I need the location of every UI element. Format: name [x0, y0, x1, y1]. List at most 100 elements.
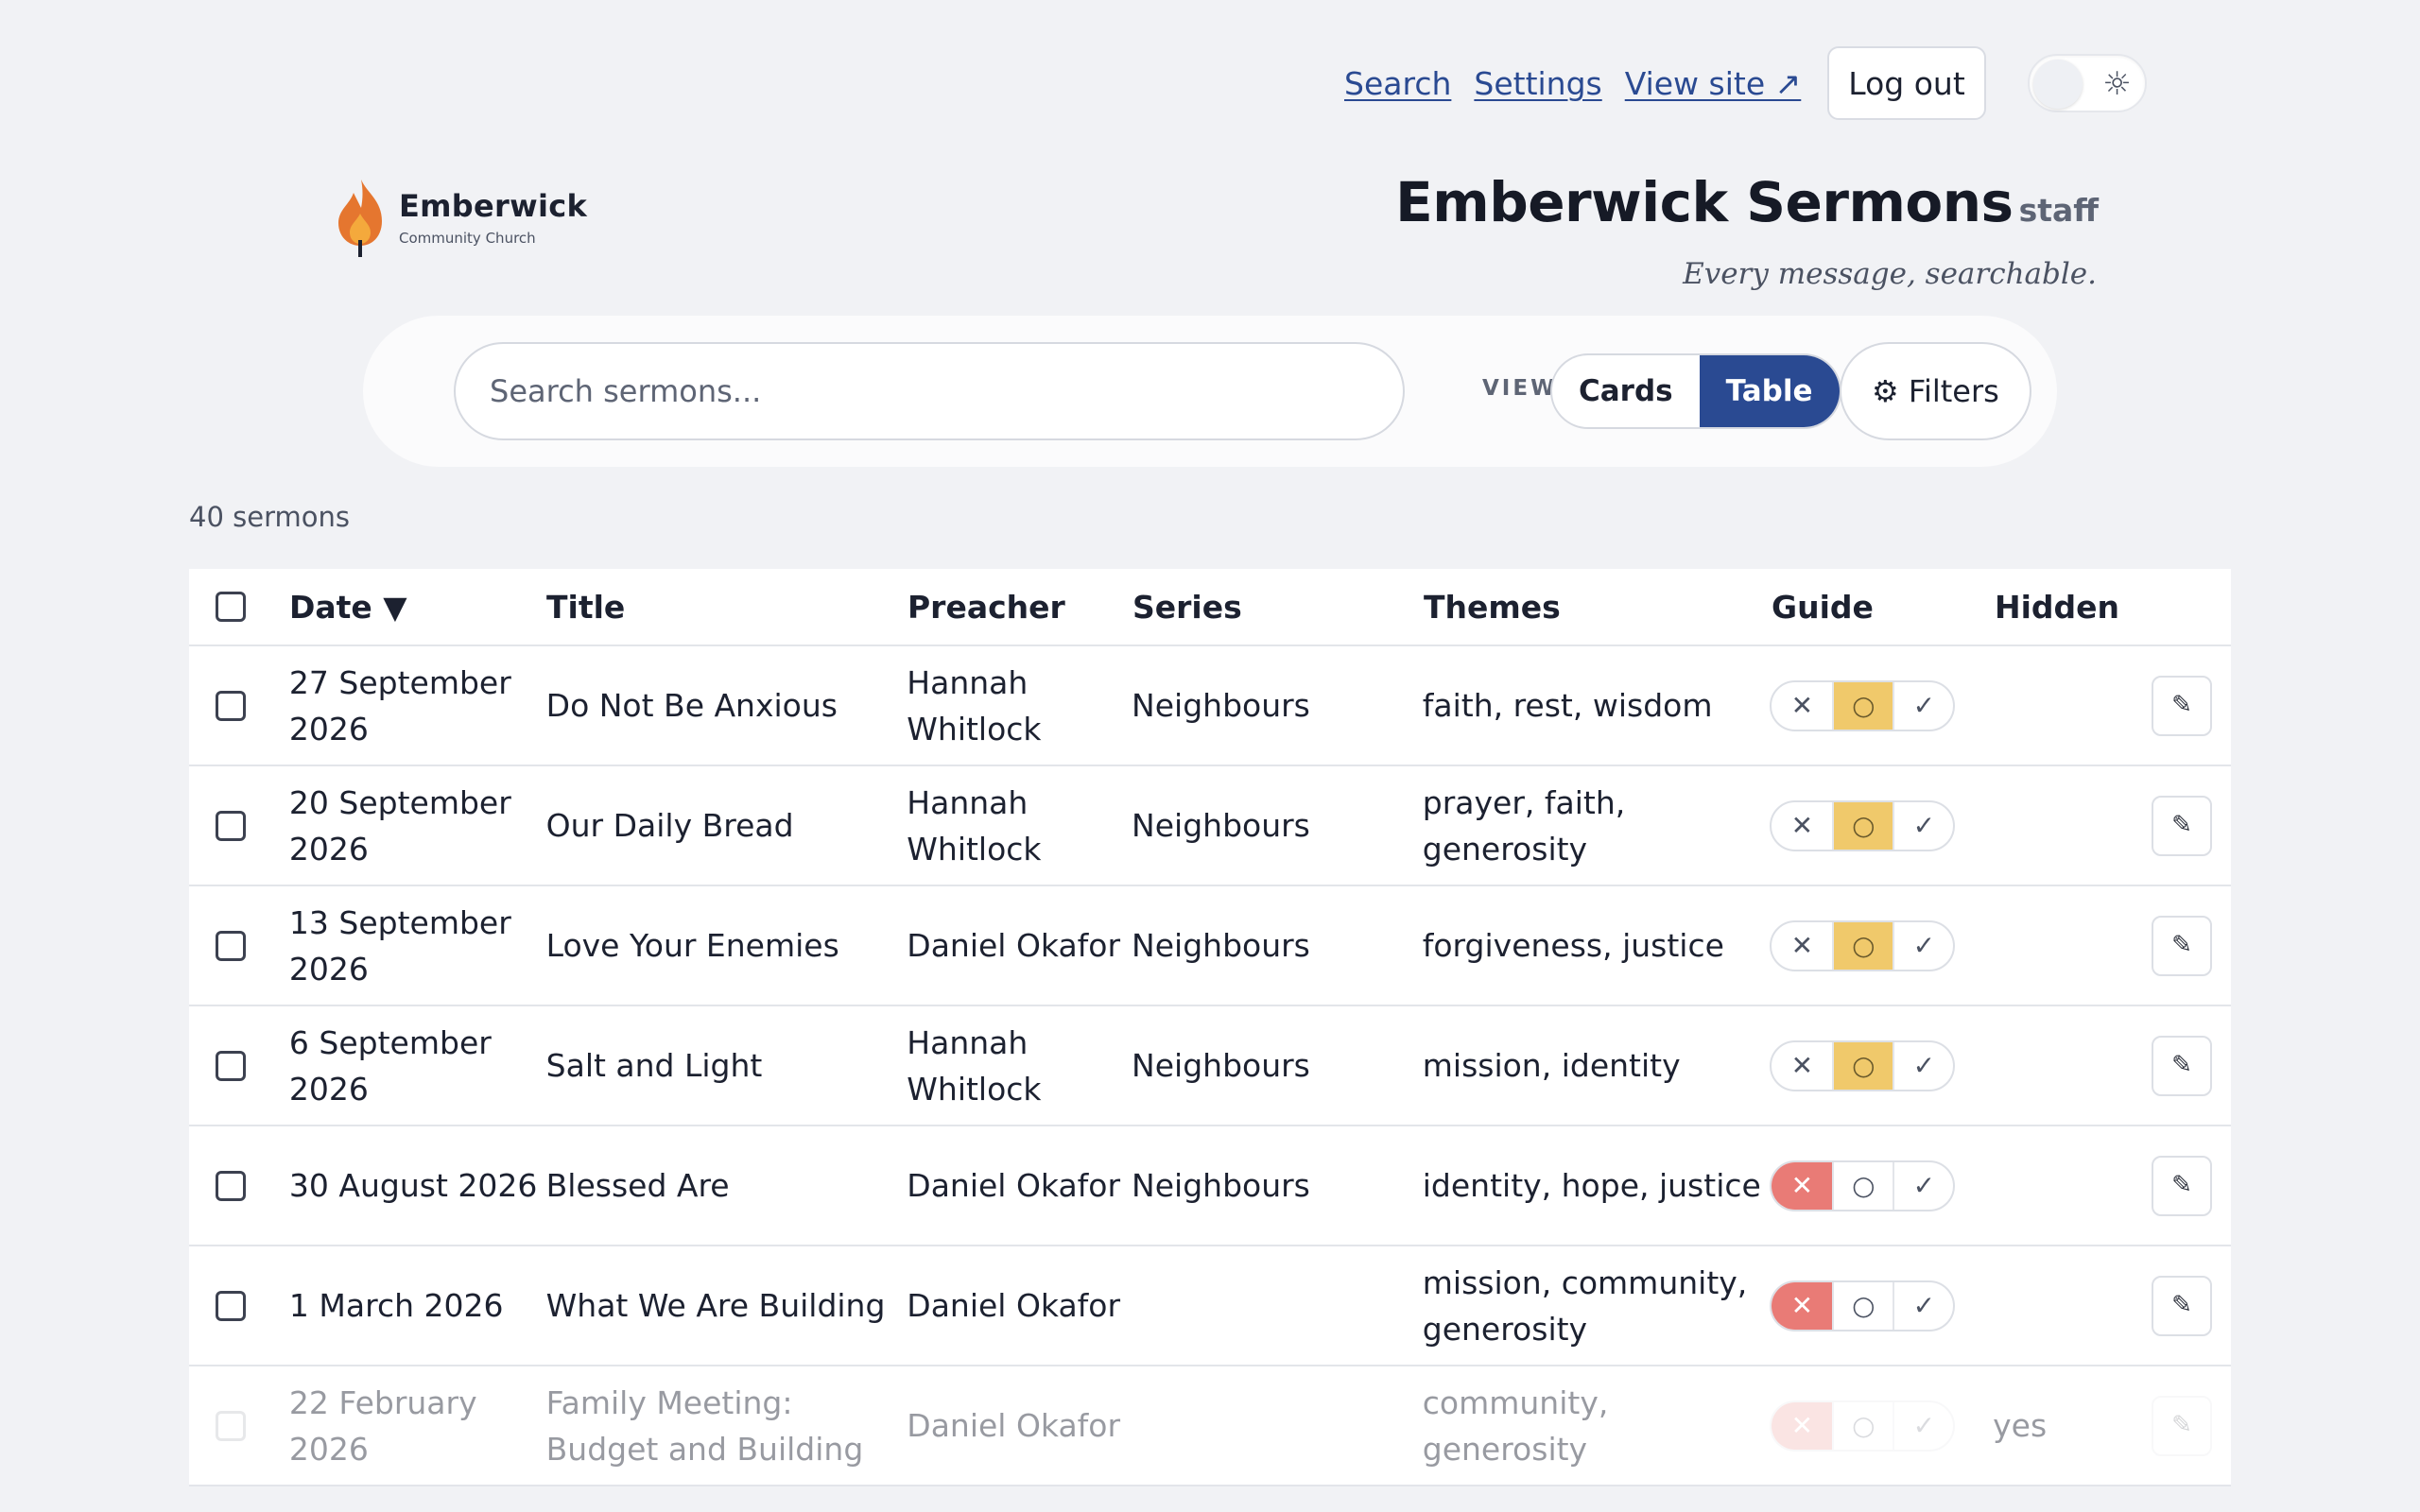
row-title: Love Your Enemies: [545, 927, 839, 964]
nav-view-site-link[interactable]: View site ↗: [1625, 65, 1802, 102]
pencil-icon: ✎: [2171, 1171, 2192, 1199]
row-themes: faith, rest, wisdom: [1422, 687, 1713, 724]
guide-no-option[interactable]: ✕: [1772, 1161, 1833, 1210]
guide-no-option[interactable]: ✕: [1772, 682, 1832, 730]
edit-button[interactable]: ✎: [2152, 795, 2212, 856]
guide-yes-option[interactable]: ✓: [1893, 681, 1953, 730]
row-preacher: Daniel Okafor: [907, 1407, 1121, 1444]
row-series: Neighbours: [1132, 1047, 1310, 1084]
table-header-row: Date ▼ Title Preacher Series Themes Guid…: [189, 569, 2231, 646]
guide-status-toggle: ✕ ○ ✓: [1770, 1040, 1956, 1091]
guide-pending-option[interactable]: ○: [1832, 1041, 1893, 1090]
pencil-icon: ✎: [2171, 691, 2192, 719]
guide-pending-option[interactable]: ○: [1832, 681, 1893, 730]
pencil-icon: ✎: [2171, 1051, 2192, 1079]
row-checkbox[interactable]: [216, 810, 246, 841]
guide-no-option[interactable]: ✕: [1772, 802, 1832, 850]
row-checkbox[interactable]: [216, 930, 246, 961]
nav-search-link[interactable]: Search: [1344, 65, 1451, 102]
guide-yes-option[interactable]: ✓: [1893, 1401, 1953, 1450]
column-guide[interactable]: Guide: [1772, 584, 1995, 630]
pencil-icon: ✎: [2171, 1411, 2192, 1439]
edit-button[interactable]: ✎: [2152, 1035, 2212, 1096]
guide-status-toggle: ✕ ○ ✓: [1770, 1160, 1956, 1211]
table-row: 1 March 2026 What We Are Building Daniel O…: [189, 1246, 2231, 1366]
table-row: 6 September 2026 Salt and Light Hannah Whi…: [189, 1006, 2231, 1126]
guide-pending-option[interactable]: ○: [1832, 801, 1893, 850]
table-row: 22 February 2026 Family Meeting: Budget a…: [189, 1366, 2231, 1486]
row-checkbox[interactable]: [216, 1410, 246, 1441]
site-title: Emberwick Sermons: [1395, 170, 2014, 234]
guide-pending-option[interactable]: ○: [1832, 1161, 1893, 1210]
row-preacher: Daniel Okafor: [907, 1287, 1121, 1324]
column-title[interactable]: Title: [546, 584, 908, 630]
row-checkbox[interactable]: [216, 1170, 246, 1201]
row-hidden: yes: [1993, 1407, 2048, 1444]
toggle-knob: [2032, 60, 2083, 109]
table-row: 30 August 2026 Blessed Are Daniel Okafor Ne…: [189, 1126, 2231, 1246]
edit-button[interactable]: ✎: [2152, 1395, 2212, 1456]
edit-button[interactable]: ✎: [2152, 1155, 2212, 1216]
guide-status-toggle: ✕ ○ ✓: [1770, 1280, 1956, 1332]
column-series[interactable]: Series: [1132, 584, 1424, 630]
row-preacher: Daniel Okafor: [907, 1167, 1121, 1204]
guide-no-option[interactable]: ✕: [1772, 922, 1832, 970]
guide-no-option[interactable]: ✕: [1772, 1401, 1833, 1450]
nav-settings-link[interactable]: Settings: [1474, 65, 1601, 102]
row-preacher: Daniel Okafor: [907, 927, 1121, 964]
guide-yes-option[interactable]: ✓: [1893, 1281, 1953, 1330]
row-date: 22 February 2026: [288, 1383, 477, 1468]
row-date: 13 September 2026: [288, 903, 511, 988]
row-themes: forgiveness, justice: [1422, 927, 1724, 964]
row-preacher: Hannah Whitlock: [907, 1023, 1042, 1108]
tagline: Every message, searchable.: [1683, 257, 2097, 291]
column-themes[interactable]: Themes: [1424, 584, 1772, 630]
guide-yes-option[interactable]: ✓: [1893, 1161, 1953, 1210]
guide-pending-option[interactable]: ○: [1832, 1401, 1893, 1450]
edit-button[interactable]: ✎: [2152, 1275, 2212, 1336]
row-date: 20 September 2026: [288, 783, 511, 868]
brand-subtitle: Community Church: [399, 230, 536, 247]
edit-button[interactable]: ✎: [2152, 675, 2212, 736]
sermon-count: 40 sermons: [189, 501, 350, 533]
row-series: Neighbours: [1132, 687, 1310, 724]
row-series: Neighbours: [1132, 1167, 1310, 1204]
pencil-icon: ✎: [2171, 811, 2192, 839]
logout-button[interactable]: Log out: [1827, 46, 1986, 120]
guide-pending-option[interactable]: ○: [1832, 921, 1893, 970]
brand-text: Emberwick Community Church: [399, 188, 587, 247]
edit-button[interactable]: ✎: [2152, 915, 2212, 976]
row-checkbox[interactable]: [216, 690, 246, 721]
row-date: 30 August 2026: [288, 1167, 538, 1204]
row-checkbox[interactable]: [216, 1050, 246, 1081]
brand-logo[interactable]: Emberwick Community Church: [333, 176, 587, 259]
view-cards-button[interactable]: Cards: [1552, 355, 1700, 427]
row-themes: community, generosity: [1422, 1383, 1609, 1468]
select-all-checkbox[interactable]: [216, 592, 246, 622]
filters-button[interactable]: ⚙ Filters: [1840, 342, 2031, 440]
guide-yes-option[interactable]: ✓: [1893, 1041, 1953, 1090]
column-date[interactable]: Date ▼: [289, 584, 546, 630]
view-table-button[interactable]: Table: [1699, 355, 1840, 427]
guide-status-toggle: ✕ ○ ✓: [1770, 919, 1956, 971]
page-title: Emberwick Sermons staff: [1395, 170, 2099, 234]
guide-yes-option[interactable]: ✓: [1893, 921, 1953, 970]
table-row: 27 September 2026 Do Not Be Anxious Hannah…: [189, 646, 2231, 766]
top-nav: Search Settings View site ↗ Log out ☼: [1344, 45, 2147, 121]
column-preacher[interactable]: Preacher: [908, 584, 1132, 630]
guide-no-option[interactable]: ✕: [1772, 1281, 1833, 1330]
row-preacher: Hannah Whitlock: [907, 663, 1042, 747]
row-date: 1 March 2026: [288, 1287, 504, 1324]
sun-icon: ☼: [2102, 65, 2132, 103]
search-input[interactable]: Search sermons...: [454, 342, 1405, 440]
row-title: Blessed Are: [545, 1167, 730, 1204]
theme-toggle[interactable]: ☼: [2027, 54, 2147, 112]
row-checkbox[interactable]: [216, 1290, 246, 1321]
guide-yes-option[interactable]: ✓: [1893, 801, 1953, 850]
guide-pending-option[interactable]: ○: [1832, 1281, 1893, 1330]
column-hidden[interactable]: Hidden: [1995, 584, 2153, 630]
flame-icon: [338, 180, 382, 257]
row-themes: mission, community, generosity: [1422, 1263, 1748, 1348]
guide-no-option[interactable]: ✕: [1772, 1042, 1832, 1090]
row-series: Neighbours: [1132, 927, 1310, 964]
